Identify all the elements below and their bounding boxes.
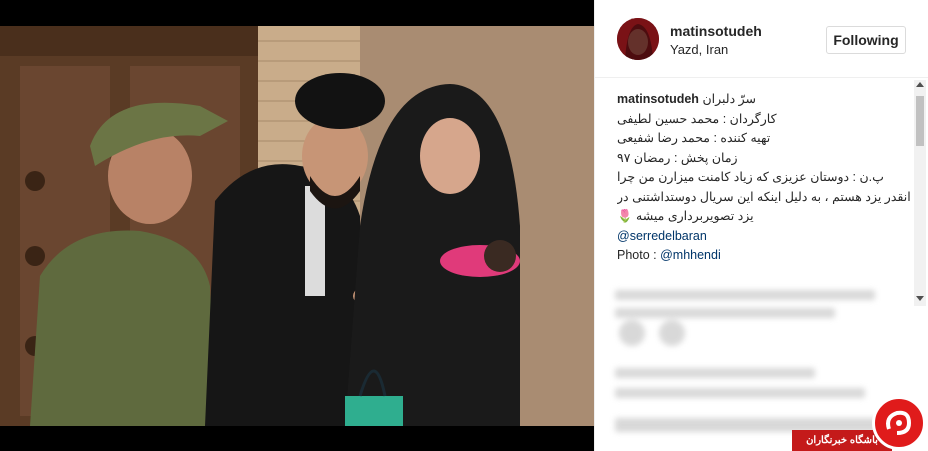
caption-username[interactable]: matinsotudeh xyxy=(617,92,699,106)
post-photo[interactable] xyxy=(0,26,594,426)
watermark-logo-icon xyxy=(872,396,926,450)
caption-line: پ.ن : دوستان عزیزی که زیاد کامنت میزارن … xyxy=(617,170,884,184)
scrollbar-thumb[interactable] xyxy=(916,96,924,146)
caption-line: یزد تصویربرداری میشه 🌷 xyxy=(617,209,754,223)
post-side-panel: matinsotudeh Yazd, Iran Following matins… xyxy=(594,0,928,451)
caption-line: زمان پخش : رمضان ۹۷ xyxy=(617,150,738,165)
profile-avatar[interactable] xyxy=(617,18,659,60)
following-button[interactable]: Following xyxy=(826,26,906,54)
avatar-image xyxy=(617,18,659,60)
post-location[interactable]: Yazd, Iran xyxy=(670,42,728,57)
caption-photo-credit: Photo : @mhhendi xyxy=(617,246,913,266)
instagram-post-viewer: matinsotudeh Yazd, Iran Following matins… xyxy=(0,0,928,451)
post-caption: matinsotudeh سرّ دلبران کارگردان : محمد … xyxy=(617,90,913,266)
scroll-down-arrow-icon[interactable] xyxy=(916,296,924,301)
blurred-comments xyxy=(615,268,905,438)
caption-line: تهیه کننده : محمد رضا شفیعی xyxy=(617,131,771,145)
caption-line: کارگردان : محمد حسین لطیفی xyxy=(617,111,777,126)
caption-title: سرّ دلبران xyxy=(702,92,756,106)
caption-mention-line: @serredelbaran xyxy=(617,227,913,247)
watermark-logo-mark xyxy=(886,410,912,435)
bottom-letterbox xyxy=(0,426,594,451)
photo-credit-link[interactable]: @mhhendi xyxy=(660,248,721,262)
photo-credit-prefix: Photo : xyxy=(617,248,661,262)
post-photo-scene xyxy=(0,26,594,426)
caption-line: انقدر یزد هستم ، به دلیل اینکه این سریال… xyxy=(617,189,911,204)
post-username[interactable]: matinsotudeh xyxy=(670,23,762,39)
post-header: matinsotudeh Yazd, Iran Following xyxy=(595,0,928,78)
mention-link[interactable]: @serredelbaran xyxy=(617,229,707,243)
scroll-up-arrow-icon[interactable] xyxy=(916,82,924,87)
caption-first-line: matinsotudeh سرّ دلبران xyxy=(617,90,913,110)
